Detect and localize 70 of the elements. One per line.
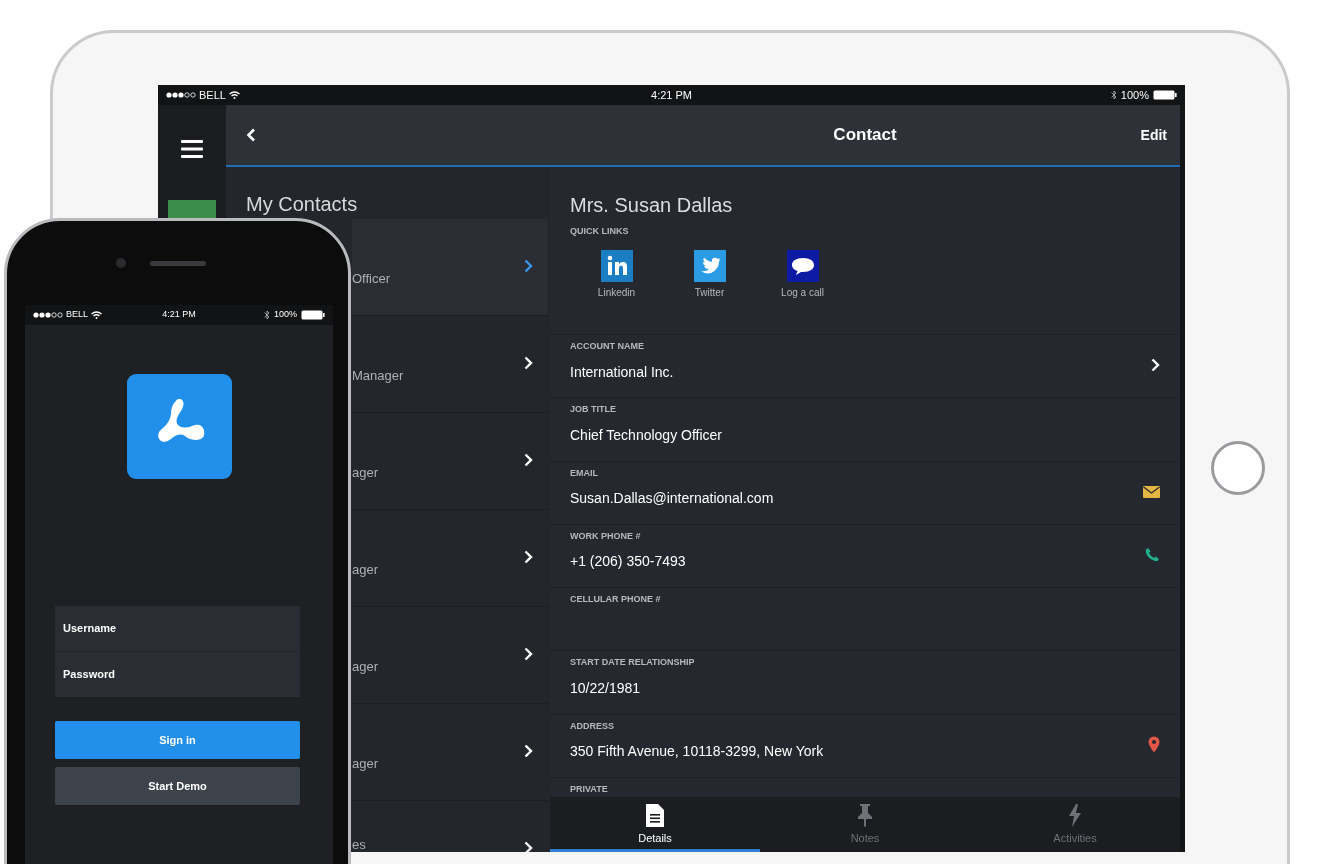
contact-subtitle: ager xyxy=(352,658,379,673)
quick-link[interactable]: Twitter xyxy=(663,250,756,334)
field-value: Chief Technology Officer xyxy=(570,425,722,445)
battery-icon xyxy=(301,310,325,320)
field-label: ADDRESS xyxy=(570,719,615,733)
contact-subtitle: ager xyxy=(352,755,379,770)
field-value: 350 Fifth Avenue, 10118-3299, New York xyxy=(570,742,824,762)
text-field[interactable]: Username xyxy=(55,606,300,652)
bluetooth-icon xyxy=(263,310,270,320)
contact-subtitle: Officer xyxy=(352,270,391,285)
field-label: ACCOUNT NAME xyxy=(570,340,645,353)
field-value: 10/22/1981 xyxy=(570,679,641,698)
carrier-name: BELL xyxy=(199,87,226,103)
map-pin-icon[interactable] xyxy=(1148,736,1160,754)
field-label: EMAIL xyxy=(570,466,599,480)
contact-subtitle: es xyxy=(352,836,366,851)
tab[interactable]: Notes xyxy=(760,797,970,852)
speech-bubble-icon xyxy=(786,250,819,282)
linkedin-icon xyxy=(600,250,633,282)
speaker xyxy=(150,261,206,266)
section-heading: QUICK LINKS xyxy=(569,225,630,238)
document-icon xyxy=(646,804,664,827)
chevron-icon xyxy=(524,841,533,852)
chevron-icon xyxy=(524,453,533,467)
chevron-icon xyxy=(524,356,533,370)
field-value: International Inc. xyxy=(570,362,674,382)
lightning-icon xyxy=(1068,804,1082,827)
battery-icon xyxy=(1153,90,1177,100)
chevron-icon xyxy=(524,550,533,564)
envelope-icon[interactable] xyxy=(1143,485,1160,498)
field-label: JOB TITLE xyxy=(570,403,617,417)
chevron-icon xyxy=(1151,358,1160,372)
field-label: WORK PHONE # xyxy=(570,529,642,543)
signal-icon xyxy=(33,312,63,318)
list-title: My Contacts xyxy=(245,192,359,217)
status-time: 4:21 PM xyxy=(651,87,692,103)
status-time: 4:21 PM xyxy=(162,308,196,322)
field-label: CELLULAR PHONE # xyxy=(570,593,662,607)
field-value: +1 (206) 350-7493 xyxy=(570,552,686,572)
page-title: Contact xyxy=(833,124,897,147)
back-icon[interactable] xyxy=(246,128,256,142)
field-label: START DATE RELATIONSHIP xyxy=(570,656,696,670)
edit-button[interactable]: Edit xyxy=(1120,124,1180,146)
contact-subtitle: Manager xyxy=(352,367,404,382)
wifi-icon xyxy=(228,91,240,99)
bluetooth-icon xyxy=(1110,90,1117,100)
contact-subtitle: ager xyxy=(352,464,379,479)
quick-link[interactable]: Linkedin xyxy=(570,250,663,334)
contact-name: Mrs. Susan Dallas xyxy=(569,193,734,218)
contact-subtitle: ager xyxy=(352,561,379,576)
bird-icon xyxy=(693,250,726,282)
field-label: PRIVATE xyxy=(570,783,609,797)
camera xyxy=(116,258,126,268)
field-value: Susan.Dallas@international.com xyxy=(570,489,774,509)
chevron-icon xyxy=(524,744,533,758)
tab[interactable]: Details xyxy=(550,797,760,852)
demo-button[interactable]: Start Demo xyxy=(55,767,300,805)
wifi-icon xyxy=(91,311,103,319)
text-field[interactable]: Password xyxy=(55,651,300,697)
quick-link[interactable]: Log a call xyxy=(756,250,849,334)
chevron-icon xyxy=(524,647,533,661)
contact-row[interactable]: Officer xyxy=(352,219,548,316)
battery-percent: 100% xyxy=(273,308,297,322)
phone-icon[interactable] xyxy=(1145,547,1160,563)
menu-icon[interactable] xyxy=(181,140,203,158)
signal-icon xyxy=(166,92,196,98)
carrier-name: BELL xyxy=(66,308,89,322)
pushpin-icon xyxy=(857,804,873,827)
battery-percent: 100% xyxy=(1120,87,1149,103)
chevron-icon xyxy=(524,259,533,273)
